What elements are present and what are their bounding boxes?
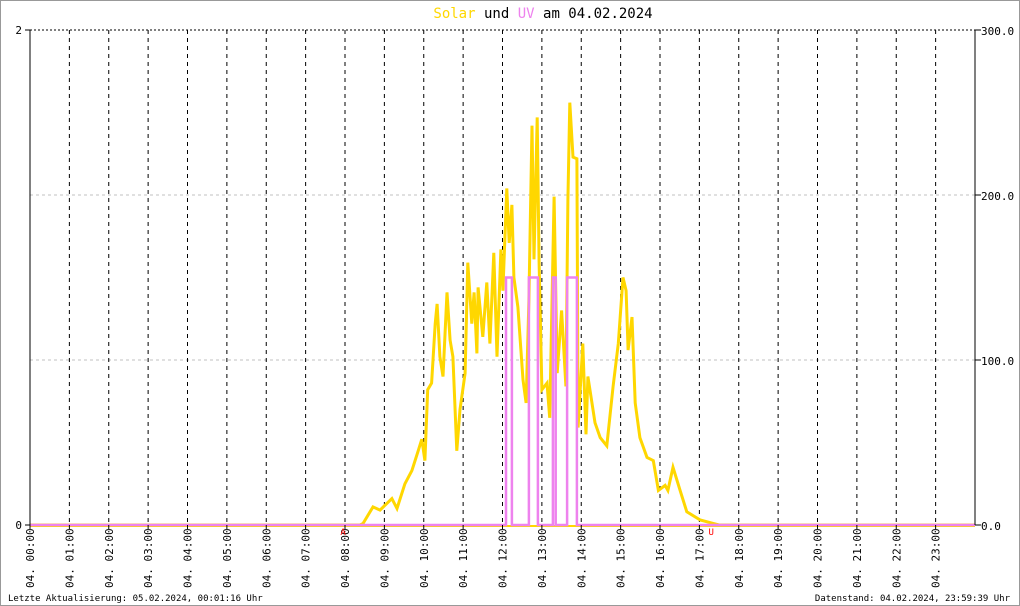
x-axis-label: 04. 21:00 xyxy=(851,528,864,588)
chart-title: Solar und UV am 04.02.2024 xyxy=(433,6,652,22)
x-axis-label: 04. 03:00 xyxy=(142,528,155,588)
x-axis-label: 04. 04:00 xyxy=(182,528,195,588)
title-date: am 04.02.2024 xyxy=(543,6,653,22)
left-axis-min-label: 0 xyxy=(15,519,22,532)
sun-marker-a: A xyxy=(340,528,346,538)
right-axis-label: 300.0 xyxy=(981,25,1014,38)
x-axis-label: 04. 11:00 xyxy=(457,528,470,588)
x-axis-label: 04. 00:00 xyxy=(24,528,37,588)
x-axis-label: 04. 01:00 xyxy=(63,528,76,588)
right-axis-label: 200.0 xyxy=(981,190,1014,203)
x-axis-label: 04. 14:00 xyxy=(575,528,588,588)
x-axis-label: 04. 18:00 xyxy=(733,528,746,588)
x-axis-label: 04. 02:00 xyxy=(103,528,116,588)
x-axis-label: 04. 06:00 xyxy=(260,528,273,588)
x-axis-label: 04. 15:00 xyxy=(615,528,628,588)
x-axis-label: 04. 23:00 xyxy=(930,528,943,588)
x-axis-label: 04. 22:00 xyxy=(890,528,903,588)
x-axis-label: 04. 17:00 xyxy=(693,528,706,588)
x-axis-label: 04. 07:00 xyxy=(300,528,313,588)
x-axis-label: 04. 16:00 xyxy=(654,528,667,588)
chart-border xyxy=(0,0,1020,606)
x-axis-label: 04. 09:00 xyxy=(378,528,391,588)
right-axis-label: 0.0 xyxy=(981,520,1001,533)
left-axis-max-label: 2 xyxy=(15,24,22,37)
title-und: und xyxy=(484,6,509,22)
chart-container: Solar und UV am 04.02.2024 0.0 100.0 200.0… xyxy=(0,0,1020,606)
data-state-text: Datenstand: 04.02.2024, 23:59:39 Uhr xyxy=(815,594,1011,604)
right-axis-label: 100.0 xyxy=(981,355,1014,368)
x-axis-label: 04. 12:00 xyxy=(497,528,510,588)
x-axis-label: 04. 20:00 xyxy=(812,528,825,588)
solar-uv-chart: Solar und UV am 04.02.2024 0.0 100.0 200.0… xyxy=(0,0,1020,606)
x-axis-label: 04. 05:00 xyxy=(221,528,234,588)
x-axis-label: 04. 19:00 xyxy=(772,528,785,588)
last-update-text: Letzte Aktualisierung: 05.02.2024, 00:01… xyxy=(8,594,263,604)
title-solar: Solar xyxy=(433,6,475,22)
x-axis-label: 04. 13:00 xyxy=(536,528,549,588)
sun-marker-u: U xyxy=(708,528,713,538)
title-uv: UV xyxy=(518,6,535,22)
x-axis-label: 04. 10:00 xyxy=(418,528,431,588)
